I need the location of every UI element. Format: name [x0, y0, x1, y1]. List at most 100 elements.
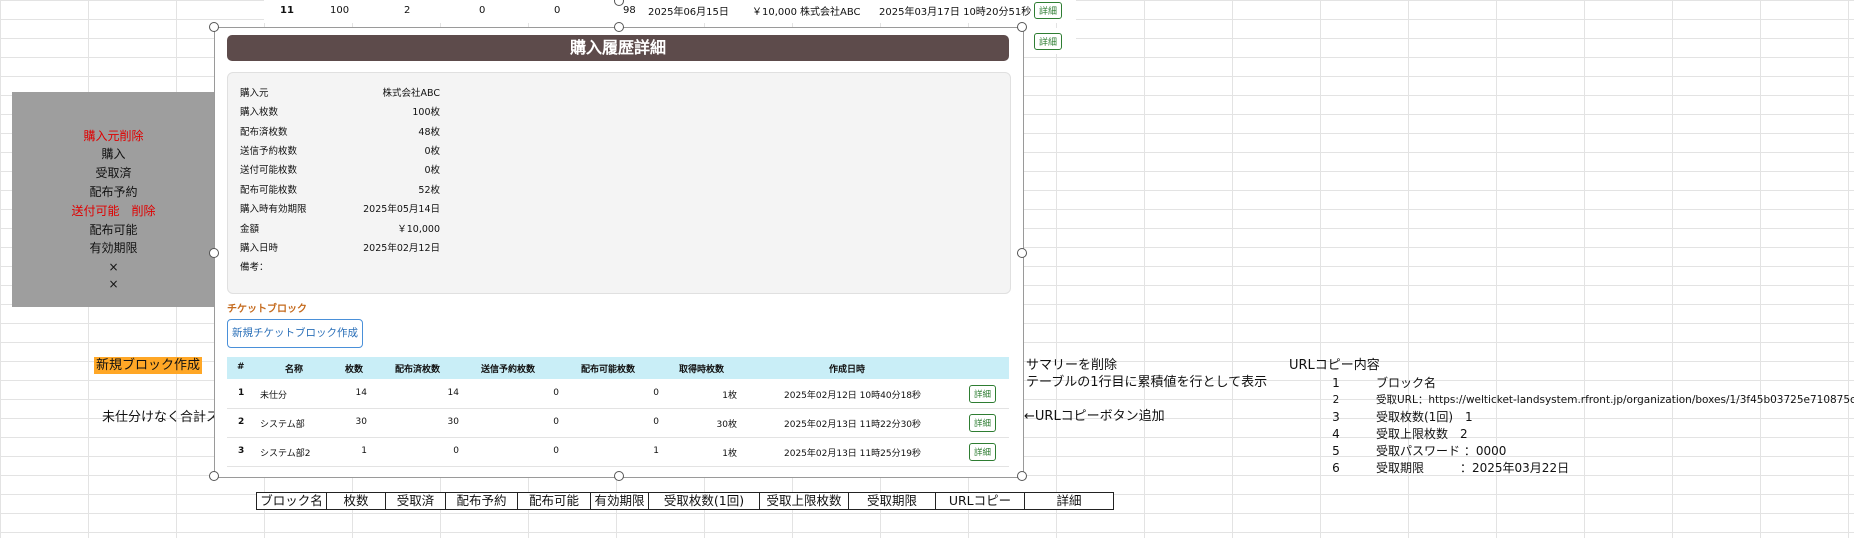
ticket-block-heading: チケットブロック [227, 304, 307, 315]
detail-label: 購入枚数 [240, 107, 279, 118]
row-number: 11 [280, 4, 294, 16]
detail-value: 2025年02月12日 [363, 243, 440, 254]
url-copy-item-text: 受取URL：https://welticket-landsystem.rfron… [1376, 394, 1854, 406]
row-amount: ￥10,000 [752, 6, 797, 18]
url-copy-item-number: 2 [1332, 394, 1340, 406]
header-cell: 枚数 [327, 493, 386, 509]
new-ticket-block-button[interactable]: 新規チケットブロック作成 [227, 319, 363, 348]
header-cell: URLコピー [936, 493, 1025, 509]
row-expiry: 2025年06月15日 [648, 6, 729, 18]
row-no: 3 [238, 446, 245, 456]
unclassified-note: 未仕分けなく合計ス [102, 410, 214, 425]
row-acquired: 1枚 [722, 391, 737, 401]
resize-handle[interactable] [209, 22, 219, 32]
status-notes-box: 購入元削除 購入 受取済 配布予約 送付可能 削除 配布可能 有効期限 × × [12, 92, 215, 307]
cumulative-note: テーブルの1行目に累積値を行として表示 [1026, 375, 1268, 390]
row-detail-button[interactable]: 詳細 [969, 385, 997, 403]
detail-label: 備考： [240, 262, 269, 273]
purchase-detail-modal: 購入履歴詳細 購入元 株式会社ABC 購入枚数 100枚 配布済枚数 48枚 送信予約… [214, 27, 1024, 478]
row-available: 0 [653, 388, 659, 398]
row-distributed: 14 [447, 388, 459, 398]
row-created: 2025年02月13日 11時22分30秒 [784, 420, 922, 430]
note-line: × [108, 260, 119, 274]
note-line: 購入 [101, 147, 126, 161]
row-seller: 株式会社ABC [800, 6, 861, 18]
row-count: 14 [355, 388, 367, 398]
row-reserved: 0 [553, 446, 559, 456]
detail-value: ￥10,000 [397, 224, 440, 235]
table-row: 3 システム部2 1 0 0 1 1枚 2025年02月13日 11時25分19… [227, 437, 1009, 467]
modal-title: 購入履歴詳細 [227, 35, 1009, 61]
note-line: 配布予約 [89, 185, 138, 199]
detail-label: 購入日時 [240, 243, 279, 254]
row-detail-button[interactable]: 詳細 [969, 443, 997, 461]
detail-value: 100枚 [412, 107, 440, 118]
row-created: 2025年02月13日 11時25分19秒 [784, 449, 922, 459]
resize-handle[interactable] [209, 471, 219, 481]
column-header: 枚数 [345, 365, 364, 375]
note-line: 受取済 [95, 166, 132, 180]
row-detail-button[interactable]: 詳細 [969, 414, 997, 432]
detail-label: 送信予約枚数 [240, 146, 298, 157]
row-count: 1 [361, 446, 367, 456]
row-no: 1 [238, 388, 245, 398]
row-name: システム部 [260, 420, 305, 430]
note-line: 購入元削除 [83, 129, 144, 143]
row-remaining: 98 [623, 4, 636, 16]
row-total: 100 [330, 4, 350, 16]
url-copy-item-number: 4 [1332, 427, 1340, 441]
detail-value: 52枚 [418, 185, 440, 196]
row-sendable: 0 [554, 4, 561, 16]
header-cell: 配布可能 [518, 493, 591, 509]
url-copy-item-text: 受取枚数(1回) 1 [1376, 410, 1473, 424]
table-row: 1 未仕分 14 14 0 0 1枚 2025年02月12日 10時40分18秒… [227, 379, 1009, 409]
resize-handle[interactable] [614, 471, 624, 481]
header-cell: 配布予約 [446, 493, 518, 509]
note-line: 配布可能 [89, 223, 138, 237]
row-purchased-at: 2025年03月17日 10時20分51秒 [879, 6, 1032, 18]
resize-handle[interactable] [1017, 471, 1027, 481]
new-block-note: 新規ブロック作成 [94, 357, 203, 374]
header-cell: 有効期限 [591, 493, 649, 509]
add-copy-button-note: ←URLコピーボタン追加 [1024, 409, 1165, 424]
detail-label: 購入時有効期限 [240, 204, 307, 215]
resize-handle[interactable] [614, 22, 624, 32]
header-cell: 受取期限 [849, 493, 936, 509]
row-reserved: 0 [553, 417, 559, 427]
row-detail-button[interactable]: 詳細 [1034, 1, 1063, 19]
url-copy-item-text: 受取上限枚数 2 [1376, 427, 1468, 441]
column-header: 名称 [285, 365, 304, 375]
row-distributed: 30 [447, 417, 459, 427]
row-no: 2 [238, 417, 245, 427]
table-row: 2 システム部 30 30 0 0 30枚 2025年02月13日 11時22分… [227, 408, 1009, 438]
column-header: 配布可能枚数 [581, 365, 636, 375]
url-copy-title: URLコピー内容 [1289, 358, 1380, 373]
detail-value: 48枚 [418, 127, 440, 138]
row-created: 2025年02月12日 10時40分18秒 [784, 391, 922, 401]
column-header: 配布済枚数 [395, 365, 441, 375]
detail-label: 購入元 [240, 88, 269, 99]
remove-summary-note: サマリーを削除 [1026, 358, 1118, 373]
row-available: 1 [653, 446, 659, 456]
header-cell: 受取上限枚数 [760, 493, 849, 509]
block-table-headers: ブロック名 枚数 受取済 配布予約 配布可能 有効期限 受取枚数(1回) 受取上… [256, 492, 1114, 510]
resize-handle[interactable] [1017, 22, 1027, 32]
column-header: # [237, 362, 245, 372]
note-line: 有効期限 [89, 241, 138, 255]
detail-label: 金額 [240, 224, 260, 235]
row-detail-button[interactable]: 詳細 [1034, 32, 1063, 50]
resize-handle[interactable] [209, 248, 219, 258]
resize-handle[interactable] [1017, 248, 1027, 258]
detail-value: 0枚 [424, 165, 440, 176]
row-distributed: 0 [453, 446, 459, 456]
row-acquired: 1枚 [722, 449, 737, 459]
url-copy-item-text: 受取期限 ：2025年03月22日 [1376, 461, 1570, 475]
row-reserved: 0 [479, 4, 486, 16]
detail-value: 2025年05月14日 [363, 204, 440, 215]
header-cell: 受取枚数(1回) [649, 493, 760, 509]
note-line: 送付可能 削除 [71, 204, 156, 218]
purchase-row-11: 11 100 2 0 0 98 2025年06月15日 ￥10,000 株式会社… [264, 0, 1076, 23]
row-acquired: 30枚 [716, 420, 737, 430]
row-name: 未仕分 [260, 391, 288, 401]
url-copy-item-text: 受取パスワード ：0000 [1376, 444, 1507, 458]
